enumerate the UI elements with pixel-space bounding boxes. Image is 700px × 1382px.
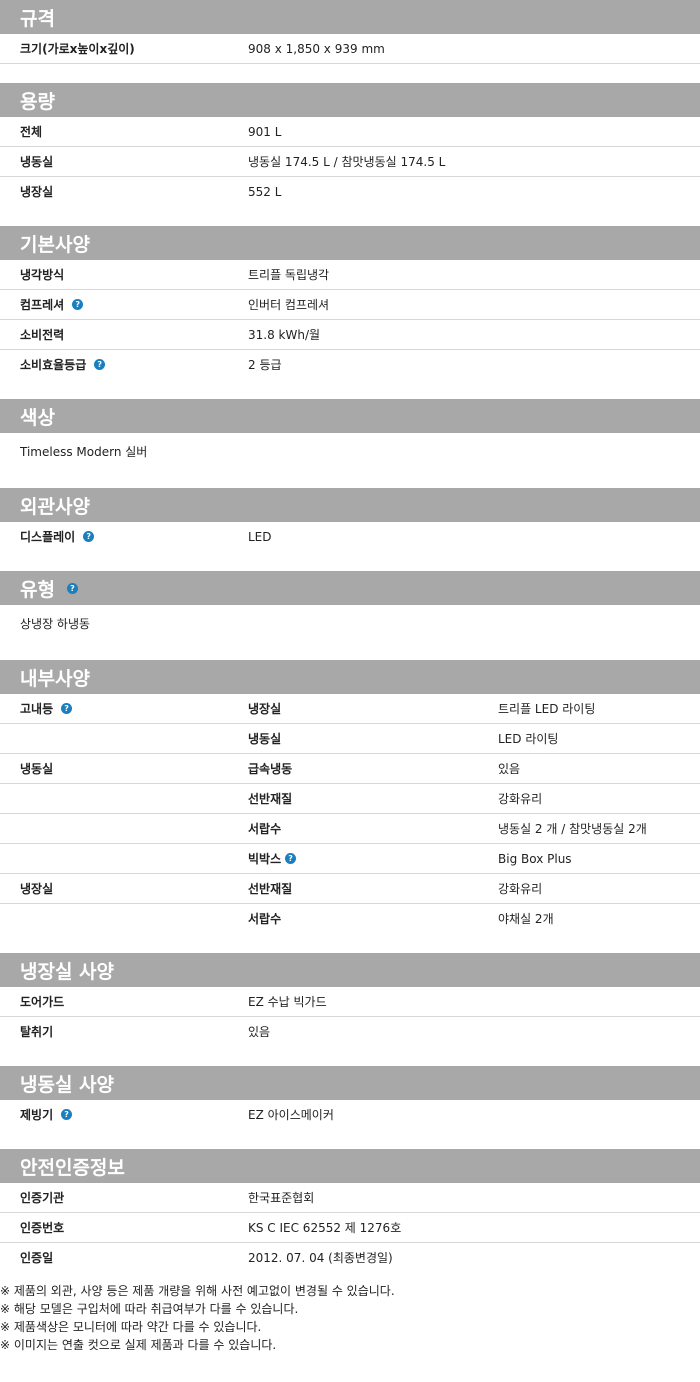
section-header-type: 유형? (0, 571, 700, 605)
help-icon[interactable]: ? (61, 1109, 73, 1120)
section-header-color: 색상 (0, 399, 700, 433)
color-value: Timeless Modern 실버 (20, 444, 148, 459)
note-line: ※ 제품색상은 모니터에 따라 약간 다를 수 있습니다. (0, 1320, 262, 1334)
spec-row: 크기(가로x높이x깊이) 908 x 1,850 x 939 mm (0, 34, 700, 64)
spec-row: 냉각방식 트리플 독립냉각 (0, 260, 700, 290)
type-value: 상냉장 하냉동 (20, 616, 91, 631)
help-icon[interactable]: ? (61, 703, 73, 714)
help-icon[interactable]: ? (66, 582, 78, 594)
section-header-dimensions: 규격 (0, 0, 700, 34)
help-icon[interactable]: ? (72, 299, 84, 310)
spec-row: 인증번호 KS C IEC 62552 제 1276호 (0, 1213, 700, 1243)
section-header-exterior: 외관사양 (0, 488, 700, 522)
interior-row: 서랍수 냉동실 2 개 / 참맛냉동실 2개 (0, 814, 700, 844)
section-header-capacity: 용량 (0, 83, 700, 117)
spec-row: 소비전력 31.8 kWh/월 (0, 320, 700, 350)
interior-row: 냉동실 급속냉동 있음 (0, 754, 700, 784)
help-icon[interactable]: ? (94, 359, 106, 370)
disclaimer-notes: ※ 제품의 외관, 사양 등은 제품 개량을 위해 사전 예고없이 변경될 수 … (0, 1272, 700, 1354)
spec-row: 냉동실 냉동실 174.5 L / 참맛냉동실 174.5 L (0, 147, 700, 177)
help-icon[interactable]: ? (83, 531, 95, 542)
spec-row: 디스플레이? LED (20, 529, 272, 545)
interior-row: 냉장실 선반재질 강화유리 (0, 874, 700, 904)
note-line: ※ 이미지는 연출 컷으로 실제 제품과 다를 수 있습니다. (0, 1338, 277, 1352)
section-header-fridge-spec: 냉장실 사양 (0, 953, 700, 987)
section-header-basic-spec: 기본사양 (0, 226, 700, 260)
interior-row: 빅박스? Big Box Plus (0, 844, 700, 874)
spec-row: 인증기관 한국표준협회 (0, 1183, 700, 1213)
interior-row: 냉동실 LED 라이팅 (0, 724, 700, 754)
spec-row: 도어가드 EZ 수납 빅가드 (0, 987, 700, 1017)
spec-row: 소비효율등급? 2 등급 (20, 358, 282, 372)
section-header-safety-cert: 안전인증정보 (0, 1149, 700, 1183)
spec-row: 컴프레셔? 인버터 컴프레셔 (0, 290, 700, 320)
interior-row: 서랍수 야채실 2개 (248, 912, 554, 926)
section-header-freezer-spec: 냉동실 사양 (0, 1066, 700, 1100)
spec-row: 제빙기? EZ 아이스메이커 (20, 1108, 334, 1122)
note-line: ※ 해당 모델은 구입처에 따라 취급여부가 다를 수 있습니다. (0, 1302, 299, 1316)
section-header-interior: 내부사양 (0, 660, 700, 694)
interior-row: 고내등? 냉장실 트리플 LED 라이팅 (0, 694, 700, 724)
spec-row: 탈취기 있음 (20, 1025, 271, 1039)
spec-row: 냉장실 552 L (20, 184, 282, 200)
interior-row: 선반재질 강화유리 (0, 784, 700, 814)
help-icon[interactable]: ? (285, 853, 297, 864)
spec-row: 인증일 2012. 07. 04 (최종변경일) (20, 1251, 393, 1265)
spec-row: 전체 901 L (0, 117, 700, 147)
note-line: ※ 제품의 외관, 사양 등은 제품 개량을 위해 사전 예고없이 변경될 수 … (0, 1284, 395, 1298)
